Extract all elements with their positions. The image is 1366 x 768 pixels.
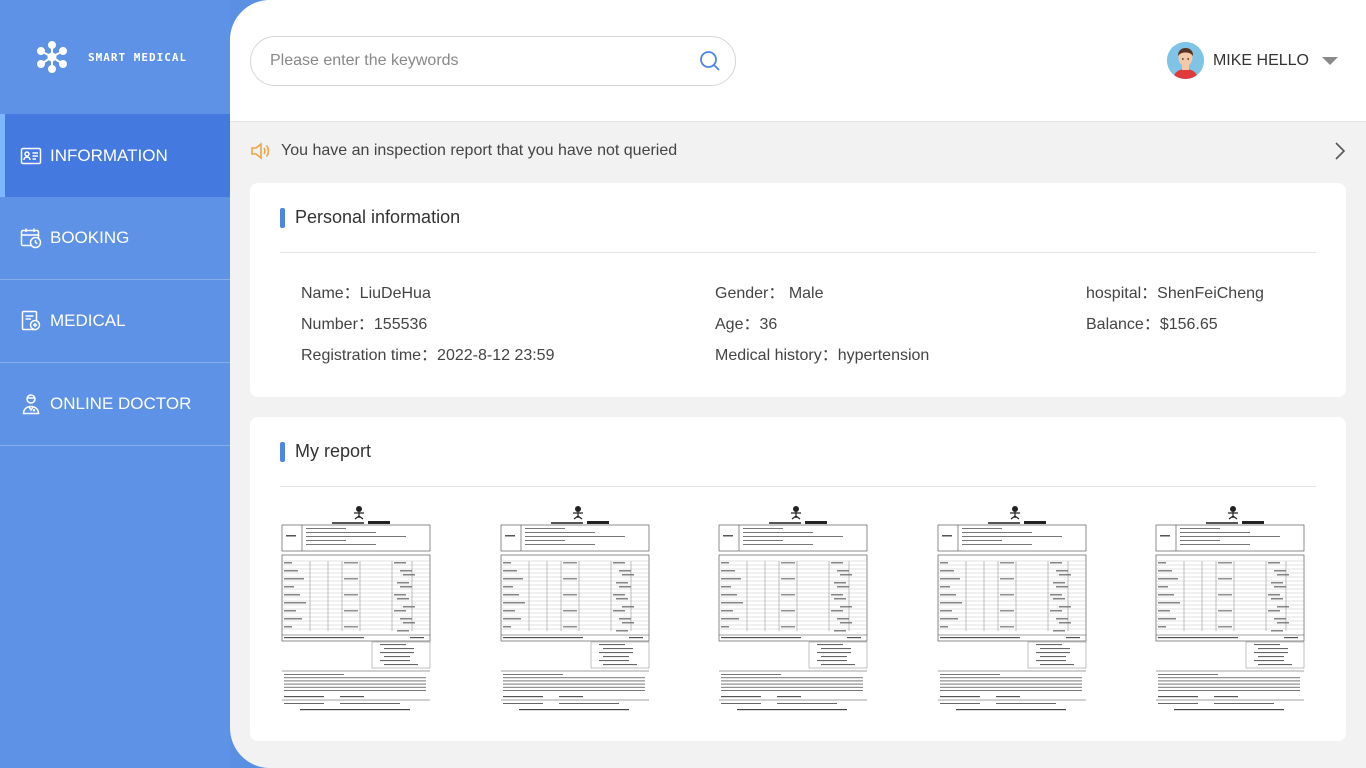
user-menu[interactable]: MIKE HELLO: [1166, 42, 1338, 79]
logo[interactable]: SMART MEDICAL: [0, 0, 230, 114]
logo-text: SMART MEDICAL: [88, 50, 188, 64]
card-title: My report: [295, 441, 372, 461]
report-thumbnail[interactable]: [498, 503, 651, 713]
info-gender: Gender： Male: [715, 285, 824, 302]
info-age: Age：36: [715, 316, 778, 333]
medical-record-icon: [20, 310, 42, 332]
notice-bar[interactable]: You have an inspection report that you h…: [250, 138, 1346, 164]
card-header: My report: [280, 417, 1316, 487]
info-name: Name：LiuDeHua: [301, 285, 431, 302]
card-header: Personal information: [280, 183, 1316, 253]
id-card-icon: [20, 145, 42, 167]
info-balance: Balance：$156.65: [1086, 316, 1218, 333]
chevron-down-icon[interactable]: [1322, 56, 1338, 65]
sidebar-item-booking[interactable]: BOOKING: [0, 197, 230, 280]
info-medical-history: Medical history：hypertension: [715, 347, 930, 364]
sidebar-item-label: ONLINE DOCTOR: [50, 394, 192, 413]
search-bar: [250, 36, 736, 86]
user-name: MIKE HELLO: [1212, 51, 1309, 69]
card-title: Personal information: [295, 207, 461, 227]
sidebar-item-information[interactable]: INFORMATION: [0, 114, 230, 197]
accent-bar: [280, 441, 285, 462]
personal-info-card: Personal information Name：LiuDeHua Gende…: [250, 183, 1346, 397]
sidebar-item-label: INFORMATION: [50, 145, 168, 165]
notice-text: You have an inspection report that you h…: [281, 142, 678, 159]
sidebar-item-label: MEDICAL: [50, 311, 126, 330]
sidebar-item-medical[interactable]: MEDICAL: [0, 280, 230, 363]
avatar[interactable]: [1166, 42, 1204, 79]
logo-icon: [37, 41, 67, 73]
main-content: MIKE HELLO You have an inspection report…: [230, 0, 1366, 768]
sidebar: SMART MEDICAL INFORMATION BOOKING MEDICA…: [0, 0, 230, 768]
search-icon[interactable]: [697, 48, 723, 74]
search-input[interactable]: [270, 52, 697, 70]
doctor-icon: [20, 393, 42, 415]
report-thumbnail[interactable]: [280, 503, 432, 713]
report-thumbnail[interactable]: [935, 503, 1088, 713]
report-thumbnail[interactable]: [717, 503, 869, 713]
top-bar: MIKE HELLO: [230, 0, 1366, 122]
info-number: Number：155536: [301, 316, 428, 333]
my-report-card: My report: [250, 417, 1346, 741]
calendar-clock-icon: [20, 227, 42, 249]
speaker-icon: [251, 142, 270, 160]
chevron-right-icon[interactable]: [1334, 141, 1346, 161]
sidebar-item-label: BOOKING: [50, 228, 130, 247]
accent-bar: [280, 207, 285, 228]
report-thumbnail[interactable]: [1154, 503, 1306, 713]
report-list: [280, 503, 1316, 713]
info-hospital: hospital：ShenFeiCheng: [1086, 285, 1264, 302]
info-registration-time: Registration time：2022-8-12 23:59: [301, 347, 555, 364]
sidebar-item-online-doctor[interactable]: ONLINE DOCTOR: [0, 363, 230, 446]
